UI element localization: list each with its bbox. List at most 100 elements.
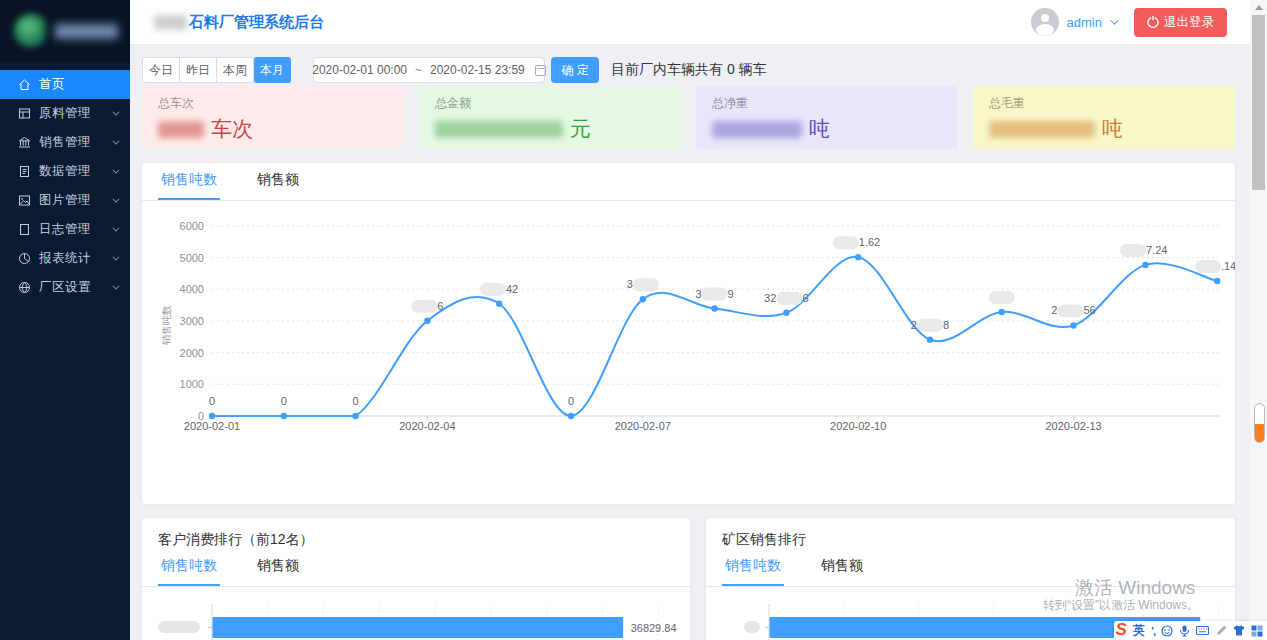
svg-text:2: 2 <box>1051 304 1057 316</box>
punctuation-icon[interactable]: ’, <box>1151 625 1155 637</box>
main-area: 石料厂管理系统后台 admin 退出登录 今日昨日本周本月 2020-02-01… <box>130 0 1267 640</box>
handwriting-icon[interactable] <box>1215 625 1227 637</box>
quick-range-今日[interactable]: 今日 <box>142 57 180 83</box>
svg-text:4000: 4000 <box>180 283 204 295</box>
svg-text:3: 3 <box>695 288 701 300</box>
sidebar-item-label: 首页 <box>39 76 117 93</box>
data-icon <box>18 165 31 178</box>
toolbox-icon[interactable] <box>1251 625 1263 637</box>
stat-card-总毛重: 总毛重吨 <box>973 86 1235 149</box>
quick-range-昨日[interactable]: 昨日 <box>180 57 217 83</box>
scrollbar-up-arrow[interactable] <box>1250 0 1267 15</box>
ime-toolbar[interactable]: S 英 ’, <box>1114 621 1267 640</box>
svg-text:3000: 3000 <box>180 315 204 327</box>
sales-trend-chart: 0100020003000400050006000销售吨数2020-02-012… <box>142 201 1235 501</box>
stat-card-label: 总车次 <box>158 95 388 112</box>
logo-text-redacted <box>55 24 118 39</box>
sidebar-item-首页[interactable]: 首页 <box>0 70 130 99</box>
svg-text:2020-02-01: 2020-02-01 <box>184 420 240 432</box>
emoji-icon[interactable] <box>1161 625 1173 637</box>
sidebar-item-label: 厂区设置 <box>39 279 112 296</box>
sidebar-menu: 首页原料管理销售管理数据管理图片管理日志管理报表统计厂区设置 <box>0 62 130 302</box>
sidebar-item-label: 数据管理 <box>39 163 112 180</box>
customer-rank-chart: 36829.84 <box>142 587 690 640</box>
sales-trend-tab-销售额[interactable]: 销售额 <box>254 171 302 200</box>
sidebar-item-报表统计[interactable]: 报表统计 <box>0 244 130 273</box>
calendar-icon <box>535 65 546 76</box>
sidebar-item-label: 日志管理 <box>39 221 112 238</box>
svg-text:2020-02-13: 2020-02-13 <box>1045 420 1101 432</box>
date-range-input[interactable]: 2020-02-01 00:00 ~ 2020-02-15 23:59 <box>313 57 545 83</box>
quick-range-本月[interactable]: 本月 <box>254 57 291 83</box>
sidebar: 首页原料管理销售管理数据管理图片管理日志管理报表统计厂区设置 <box>0 0 130 640</box>
sales-trend-card: 销售吨数销售额 0100020003000400050006000销售吨数202… <box>142 163 1235 504</box>
sidebar-item-label: 图片管理 <box>39 192 112 209</box>
customer-rank-tab-销售额[interactable]: 销售额 <box>254 557 302 586</box>
logout-button[interactable]: 退出登录 <box>1134 8 1227 37</box>
sales-trend-tabs: 销售吨数 销售额 <box>142 163 1235 201</box>
images-icon <box>18 194 31 207</box>
svg-text:6000: 6000 <box>180 220 204 232</box>
quick-range-本周[interactable]: 本周 <box>217 57 254 83</box>
chevron-down-icon <box>112 283 119 290</box>
mine-rank-title: 矿区销售排行 <box>706 518 1235 549</box>
customer-rank-tabs: 销售吨数 销售额 <box>142 549 690 587</box>
stat-value-redacted <box>158 121 204 138</box>
scrollbar[interactable] <box>1250 0 1267 640</box>
stat-value-redacted <box>989 121 1095 138</box>
chevron-down-icon <box>112 254 119 261</box>
chevron-down-icon <box>112 196 119 203</box>
svg-text:销售吨数: 销售吨数 <box>161 305 172 346</box>
stat-card-总净重: 总净重吨 <box>696 86 958 149</box>
sidebar-item-label: 报表统计 <box>39 250 112 267</box>
svg-text:1000: 1000 <box>180 378 204 390</box>
vehicle-status: 目前厂内车辆共有 0 辆车 <box>611 61 767 79</box>
stat-unit: 吨 <box>1102 115 1123 143</box>
stat-card-总金额: 总金额元 <box>419 86 681 149</box>
mine-rank-tab-销售额[interactable]: 销售额 <box>818 557 866 586</box>
username[interactable]: admin <box>1067 15 1102 30</box>
sales-trend-tab-销售吨数[interactable]: 销售吨数 <box>158 171 220 200</box>
skin-icon[interactable] <box>1233 625 1245 636</box>
svg-text:2000: 2000 <box>180 347 204 359</box>
filter-bar: 今日昨日本周本月 2020-02-01 00:00 ~ 2020-02-15 2… <box>142 57 1235 83</box>
sidebar-item-销售管理[interactable]: 销售管理 <box>0 128 130 157</box>
logs-icon <box>18 223 31 236</box>
content: 今日昨日本周本月 2020-02-01 00:00 ~ 2020-02-15 2… <box>130 45 1235 640</box>
avatar[interactable] <box>1031 8 1059 36</box>
mic-icon[interactable] <box>1179 625 1190 637</box>
svg-text:6: 6 <box>803 292 809 304</box>
reports-icon <box>18 252 31 265</box>
stat-cards: 总车次车次总金额元总净重吨总毛重吨 <box>142 86 1235 149</box>
ime-language-mode[interactable]: 英 <box>1133 622 1145 639</box>
mine-rank-tab-销售吨数[interactable]: 销售吨数 <box>722 557 784 586</box>
customer-rank-tab-销售吨数[interactable]: 销售吨数 <box>158 557 220 586</box>
chevron-down-icon <box>112 167 119 174</box>
confirm-button[interactable]: 确 定 <box>551 57 599 83</box>
keyboard-icon[interactable] <box>1196 625 1209 636</box>
settings-icon <box>18 281 31 294</box>
sidebar-item-数据管理[interactable]: 数据管理 <box>0 157 130 186</box>
stat-card-label: 总金额 <box>435 95 665 112</box>
materials-icon <box>18 107 31 120</box>
stat-unit: 吨 <box>809 115 830 143</box>
chevron-down-icon <box>112 109 119 116</box>
page-title: 石料厂管理系统后台 <box>189 13 324 32</box>
stat-card-label: 总毛重 <box>989 95 1219 112</box>
svg-text:36829.84: 36829.84 <box>631 622 677 634</box>
sogou-logo[interactable]: S <box>1116 621 1127 638</box>
svg-text:2020-02-07: 2020-02-07 <box>615 420 671 432</box>
sidebar-item-图片管理[interactable]: 图片管理 <box>0 186 130 215</box>
scrollbar-thumb[interactable] <box>1252 15 1265 190</box>
svg-text:2: 2 <box>911 319 917 331</box>
customer-rank-card: 客户消费排行（前12名） 销售吨数销售额 36829.84 <box>142 518 690 640</box>
date-start: 2020-02-01 00:00 <box>312 63 407 77</box>
sidebar-item-厂区设置[interactable]: 厂区设置 <box>0 273 130 302</box>
stat-card-label: 总净重 <box>712 95 942 112</box>
sidebar-item-原料管理[interactable]: 原料管理 <box>0 99 130 128</box>
svg-text:7.24: 7.24 <box>1146 244 1167 256</box>
sidebar-item-日志管理[interactable]: 日志管理 <box>0 215 130 244</box>
floating-extension-button[interactable] <box>1254 403 1265 443</box>
svg-text:8: 8 <box>943 319 949 331</box>
chevron-down-icon <box>1110 16 1118 24</box>
